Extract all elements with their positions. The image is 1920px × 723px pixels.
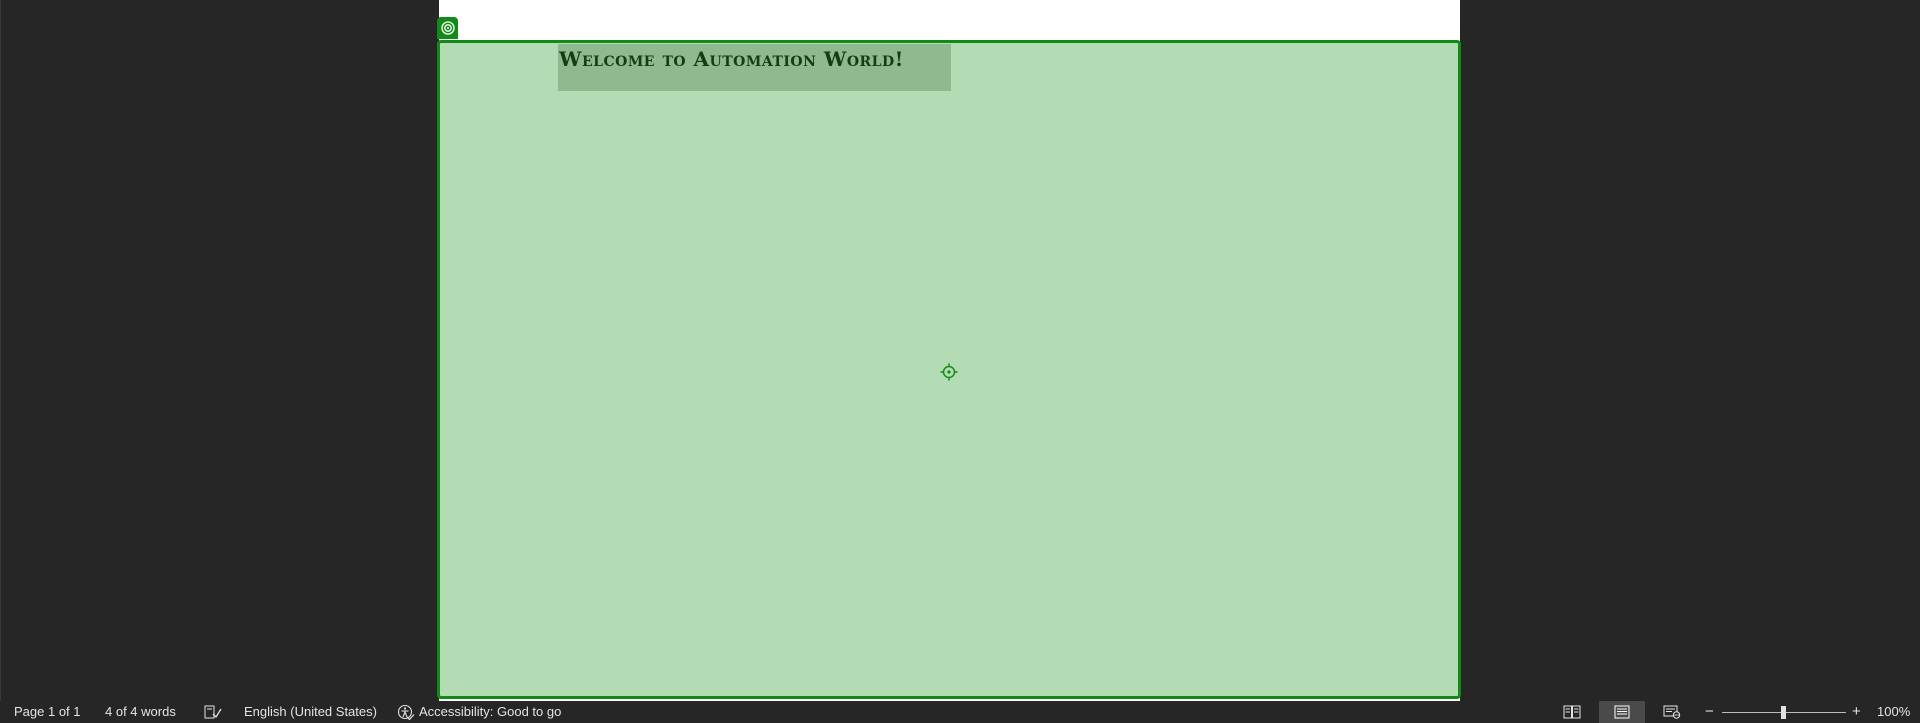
accessibility-icon[interactable]	[396, 704, 416, 720]
read-mode-button[interactable]	[1549, 701, 1595, 723]
status-bar: Page 1 of 1 4 of 4 words English (United…	[0, 701, 1920, 723]
read-mode-icon	[1563, 705, 1581, 719]
zoom-slider-thumb[interactable]	[1781, 706, 1786, 719]
print-layout-button[interactable]	[1599, 701, 1645, 723]
language-indicator[interactable]: English (United States)	[244, 704, 377, 720]
proofing-check-icon[interactable]	[203, 704, 223, 720]
print-layout-icon	[1614, 705, 1630, 719]
web-layout-button[interactable]	[1649, 701, 1695, 723]
layout-anchor-handle[interactable]	[437, 17, 458, 39]
page-count[interactable]: Page 1 of 1	[14, 704, 81, 720]
zoom-in-button[interactable]: +	[1852, 704, 1861, 720]
zoom-level[interactable]: 100%	[1877, 704, 1910, 720]
document-heading[interactable]: Welcome to Automation World!	[559, 47, 904, 75]
accessibility-status[interactable]: Accessibility: Good to go	[419, 704, 561, 720]
anchor-icon	[440, 21, 455, 35]
word-count[interactable]: 4 of 4 words	[105, 704, 176, 720]
move-crosshair-icon[interactable]	[940, 363, 958, 381]
window-edge	[0, 0, 1, 723]
web-layout-icon	[1663, 705, 1681, 719]
zoom-out-button[interactable]: −	[1705, 704, 1714, 720]
